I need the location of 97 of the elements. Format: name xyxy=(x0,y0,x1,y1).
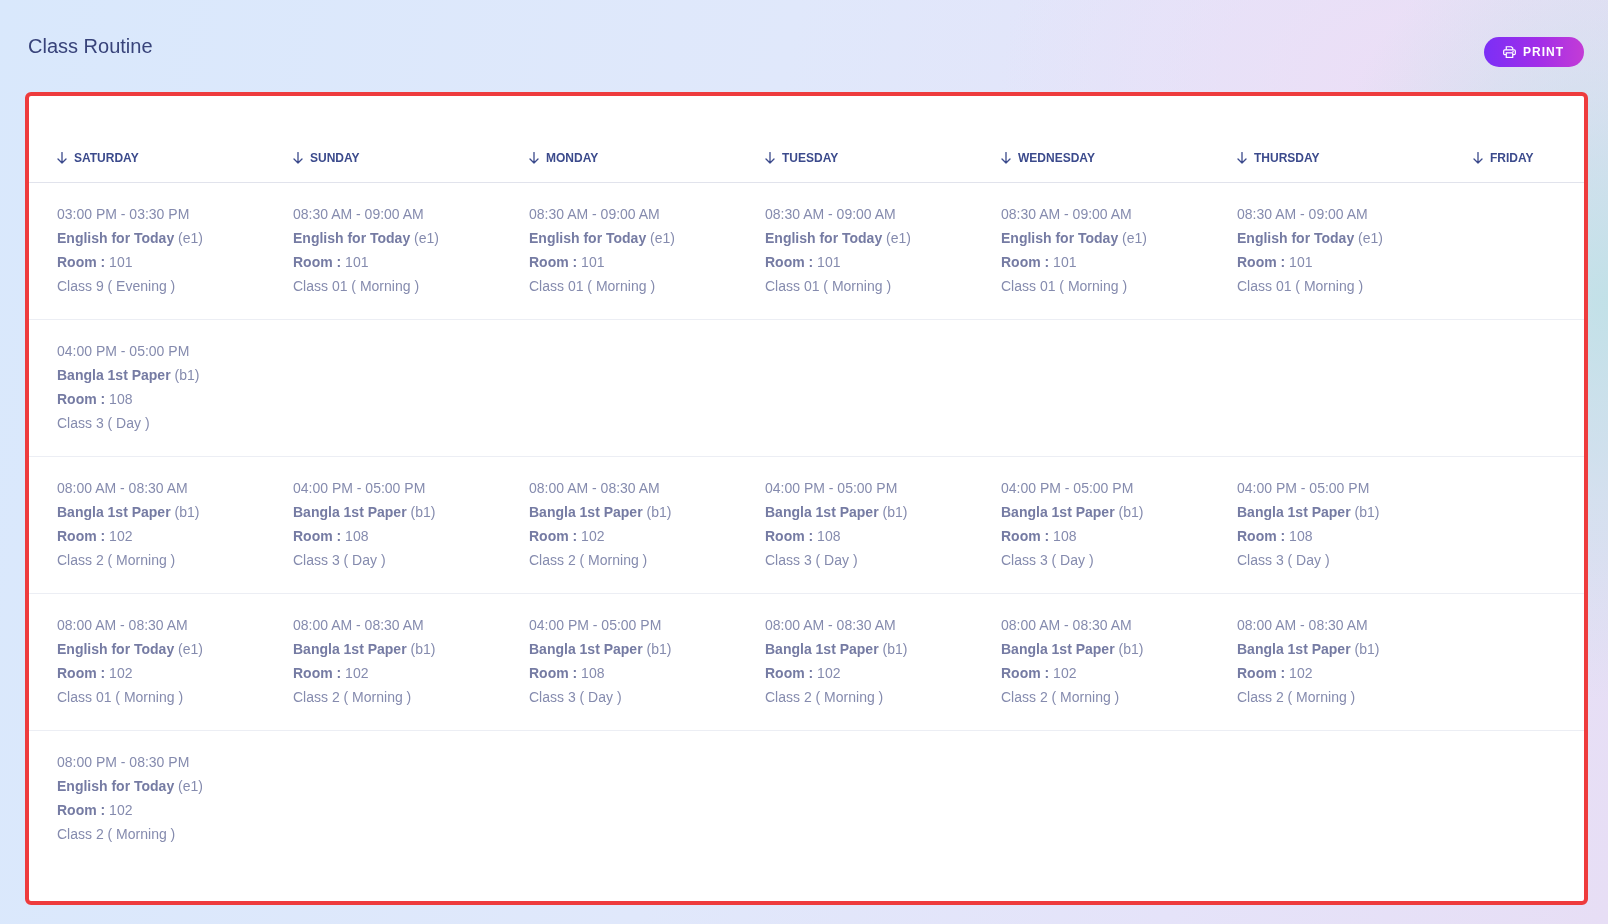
subject-text: Bangla 1st Paper (b1) xyxy=(529,640,673,659)
arrow-down-icon xyxy=(765,152,775,164)
subject-text: Bangla 1st Paper (b1) xyxy=(765,640,909,659)
class-text: Class 01 ( Morning ) xyxy=(1001,277,1129,296)
subject-text: English for Today (e1) xyxy=(765,229,912,248)
class-text: Class 01 ( Morning ) xyxy=(529,277,657,296)
time-text: 08:00 AM - 08:30 AM xyxy=(529,479,661,498)
room-text: Room : 101 xyxy=(1001,253,1078,272)
column-header[interactable]: WEDNESDAY xyxy=(1001,150,1095,166)
subject-text: Bangla 1st Paper (b1) xyxy=(1001,640,1145,659)
subject-text: Bangla 1st Paper (b1) xyxy=(1001,503,1145,522)
room-text: Room : 108 xyxy=(1001,527,1078,546)
time-text: 08:00 AM - 08:30 AM xyxy=(57,616,189,635)
arrow-down-icon xyxy=(293,152,303,164)
room-text: Room : 102 xyxy=(57,801,134,820)
room-text: Room : 108 xyxy=(57,390,134,409)
class-text: Class 2 ( Morning ) xyxy=(765,688,885,707)
column-header[interactable]: SATURDAY xyxy=(57,150,139,166)
class-text: Class 2 ( Morning ) xyxy=(57,551,177,570)
arrow-down-icon xyxy=(1473,152,1483,164)
time-text: 03:00 PM - 03:30 PM xyxy=(57,205,191,224)
room-text: Room : 101 xyxy=(293,253,370,272)
subject-text: Bangla 1st Paper (b1) xyxy=(1237,640,1381,659)
subject-text: Bangla 1st Paper (b1) xyxy=(765,503,909,522)
column-header[interactable]: TUESDAY xyxy=(765,150,839,166)
subject-text: English for Today (e1) xyxy=(293,229,440,248)
room-text: Room : 101 xyxy=(765,253,842,272)
time-text: 08:00 AM - 08:30 AM xyxy=(57,479,189,498)
class-text: Class 2 ( Morning ) xyxy=(293,688,413,707)
time-text: 08:00 AM - 08:30 AM xyxy=(1001,616,1133,635)
time-text: 04:00 PM - 05:00 PM xyxy=(765,479,899,498)
printer-icon xyxy=(1503,46,1516,58)
room-text: Room : 108 xyxy=(529,664,606,683)
room-text: Room : 101 xyxy=(529,253,606,272)
room-text: Room : 108 xyxy=(765,527,842,546)
room-text: Room : 102 xyxy=(529,527,606,546)
class-text: Class 01 ( Morning ) xyxy=(293,277,421,296)
class-text: Class 3 ( Day ) xyxy=(765,551,859,570)
room-text: Room : 102 xyxy=(765,664,842,683)
column-header[interactable]: THURSDAY xyxy=(1237,150,1320,166)
class-text: Class 3 ( Day ) xyxy=(57,414,151,433)
room-text: Room : 102 xyxy=(293,664,370,683)
arrow-down-icon xyxy=(57,152,67,164)
subject-text: Bangla 1st Paper (b1) xyxy=(57,366,201,385)
page-title: Class Routine xyxy=(28,34,153,59)
time-text: 08:30 AM - 09:00 AM xyxy=(529,205,661,224)
column-header[interactable]: MONDAY xyxy=(529,150,599,166)
class-text: Class 01 ( Morning ) xyxy=(57,688,185,707)
class-text: Class 2 ( Morning ) xyxy=(1001,688,1121,707)
subject-text: English for Today (e1) xyxy=(1001,229,1148,248)
time-text: 08:30 AM - 09:00 AM xyxy=(1001,205,1133,224)
room-text: Room : 108 xyxy=(293,527,370,546)
time-text: 08:30 AM - 09:00 AM xyxy=(765,205,897,224)
time-text: 08:00 AM - 08:30 AM xyxy=(1237,616,1369,635)
room-text: Room : 108 xyxy=(1237,527,1314,546)
subject-text: Bangla 1st Paper (b1) xyxy=(57,503,201,522)
arrow-down-icon xyxy=(1001,152,1011,164)
time-text: 04:00 PM - 05:00 PM xyxy=(293,479,427,498)
print-button[interactable]: PRINT xyxy=(1484,37,1584,67)
class-text: Class 01 ( Morning ) xyxy=(765,277,893,296)
subject-text: Bangla 1st Paper (b1) xyxy=(529,503,673,522)
room-text: Room : 102 xyxy=(1001,664,1078,683)
time-text: 04:00 PM - 05:00 PM xyxy=(1237,479,1371,498)
class-text: Class 3 ( Day ) xyxy=(1237,551,1331,570)
class-text: Class 2 ( Morning ) xyxy=(1237,688,1357,707)
class-text: Class 9 ( Evening ) xyxy=(57,277,177,296)
subject-text: English for Today (e1) xyxy=(1237,229,1384,248)
class-text: Class 2 ( Morning ) xyxy=(57,825,177,844)
room-text: Room : 101 xyxy=(57,253,134,272)
column-header[interactable]: FRIDAY xyxy=(1473,150,1534,166)
subject-text: English for Today (e1) xyxy=(529,229,676,248)
class-text: Class 3 ( Day ) xyxy=(529,688,623,707)
arrow-down-icon xyxy=(529,152,539,164)
class-text: Class 3 ( Day ) xyxy=(293,551,387,570)
arrow-down-icon xyxy=(1237,152,1247,164)
time-text: 08:00 AM - 08:30 AM xyxy=(293,616,425,635)
subject-text: English for Today (e1) xyxy=(57,229,204,248)
subject-text: English for Today (e1) xyxy=(57,777,204,796)
subject-text: Bangla 1st Paper (b1) xyxy=(293,503,437,522)
time-text: 04:00 PM - 05:00 PM xyxy=(529,616,663,635)
column-header[interactable]: SUNDAY xyxy=(293,150,360,166)
subject-text: English for Today (e1) xyxy=(57,640,204,659)
time-text: 08:00 PM - 08:30 PM xyxy=(57,753,191,772)
time-text: 04:00 PM - 05:00 PM xyxy=(1001,479,1135,498)
time-text: 04:00 PM - 05:00 PM xyxy=(57,342,191,361)
time-text: 08:00 AM - 08:30 AM xyxy=(765,616,897,635)
time-text: 08:30 AM - 09:00 AM xyxy=(293,205,425,224)
class-text: Class 01 ( Morning ) xyxy=(1237,277,1365,296)
room-text: Room : 101 xyxy=(1237,253,1314,272)
room-text: Room : 102 xyxy=(57,664,134,683)
class-text: Class 2 ( Morning ) xyxy=(529,551,649,570)
room-text: Room : 102 xyxy=(57,527,134,546)
room-text: Room : 102 xyxy=(1237,664,1314,683)
time-text: 08:30 AM - 09:00 AM xyxy=(1237,205,1369,224)
subject-text: Bangla 1st Paper (b1) xyxy=(293,640,437,659)
subject-text: Bangla 1st Paper (b1) xyxy=(1237,503,1381,522)
class-text: Class 3 ( Day ) xyxy=(1001,551,1095,570)
